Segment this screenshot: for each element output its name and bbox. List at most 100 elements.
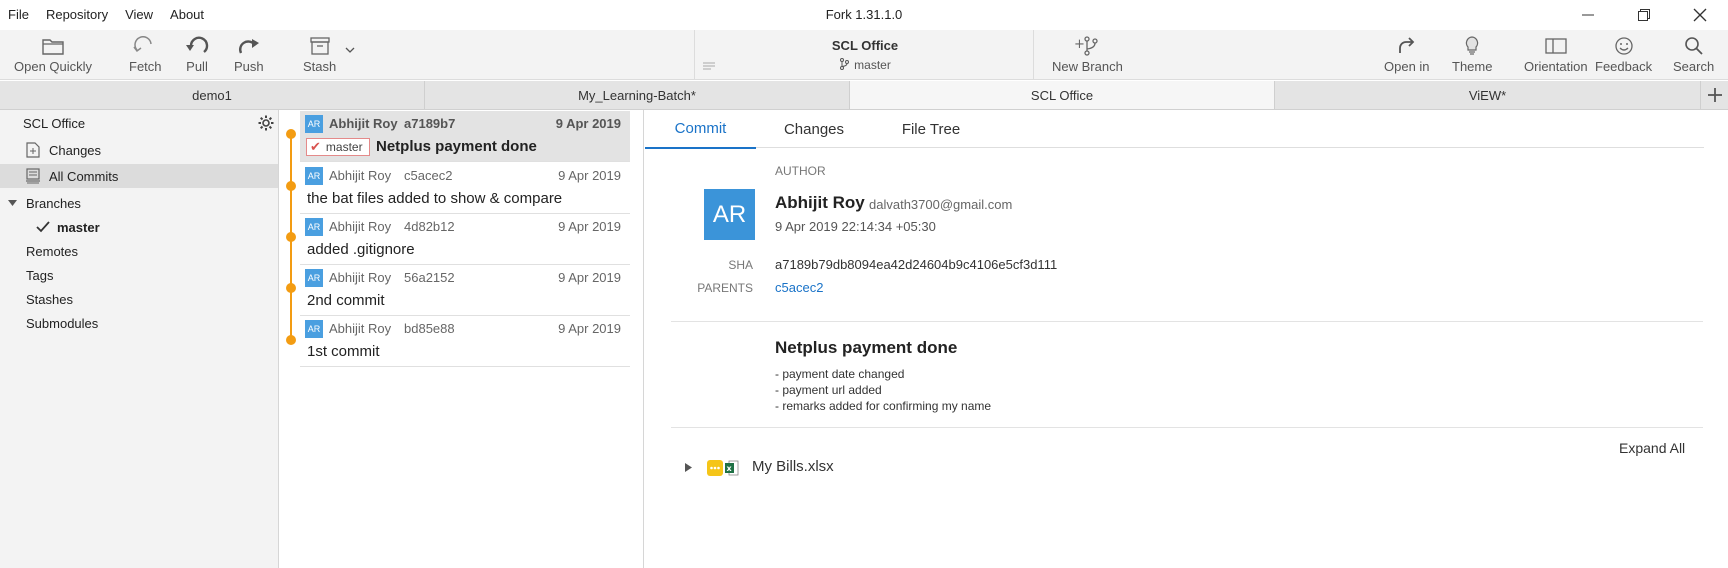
commit-author: Abhijit Roy [329, 168, 392, 183]
pull-label: Pull [186, 59, 208, 74]
commit-date: 9 Apr 2019 [558, 219, 621, 234]
menu-about[interactable]: About [170, 7, 204, 22]
sidebar-item-stashes-label: Stashes [26, 291, 73, 307]
sidebar-item-branch-master[interactable]: master [0, 215, 278, 239]
minimize-button[interactable] [1560, 0, 1616, 30]
commit-sha: a7189b7 [404, 116, 456, 131]
window-controls [1560, 0, 1728, 30]
commit-graph-dot [286, 335, 296, 345]
avatar: AR [305, 320, 323, 338]
search-icon [1684, 37, 1703, 55]
avatar: AR [704, 189, 755, 240]
commit-date: 9 Apr 2019 [558, 270, 621, 285]
commit-row[interactable]: AR Abhijit Roy bd85e88 9 Apr 2019 1st co… [300, 316, 630, 367]
pull-icon [186, 36, 209, 53]
commit-message: the bat files added to show & compare [307, 190, 563, 207]
stash-dropdown[interactable] [345, 42, 355, 57]
add-tab-button[interactable] [1702, 81, 1728, 109]
divider [671, 321, 1703, 322]
parent-commit-link[interactable]: c5acec2 [775, 280, 823, 295]
open-quickly-button[interactable]: Open Quickly [14, 34, 92, 74]
orientation-button[interactable]: Orientation [1524, 34, 1588, 74]
fetch-label: Fetch [129, 59, 162, 74]
avatar: AR [305, 269, 323, 287]
commit-author: Abhijit Roy [329, 270, 392, 285]
repository-indicator[interactable]: SCL Office master [694, 30, 1034, 80]
commit-body-line: - payment url added [775, 383, 882, 397]
pull-button[interactable]: Pull [185, 34, 209, 74]
restore-button[interactable] [1616, 0, 1672, 30]
stash-button[interactable]: Stash [303, 34, 336, 74]
tab-demo1[interactable]: demo1 [0, 81, 425, 109]
author-name: Abhijit Roy [775, 193, 865, 212]
changed-file-row[interactable]: x My Bills.xlsx [685, 456, 1185, 480]
commit-graph-dot [286, 283, 296, 293]
sidebar-repo-name: SCL Office [23, 115, 86, 131]
branch-badge[interactable]: ✔ master [306, 138, 370, 156]
commit-author: Abhijit Roy [329, 116, 398, 131]
menu-repository[interactable]: Repository [46, 7, 108, 22]
sidebar-item-remotes[interactable]: Remotes [0, 239, 278, 263]
divider [671, 427, 1703, 428]
layout-panel-icon [1545, 38, 1567, 54]
theme-button[interactable]: Theme [1452, 34, 1492, 74]
check-icon: ✔ [310, 139, 321, 154]
repository-tabs: demo1 My_Learning-Batch* SCL Office ViEW… [0, 81, 1728, 110]
fetch-button[interactable]: Fetch [129, 34, 162, 74]
commit-sha: c5acec2 [404, 168, 453, 183]
menu-file[interactable]: File [8, 7, 29, 22]
theme-label: Theme [1452, 59, 1493, 74]
commit-body-line: - payment date changed [775, 367, 905, 381]
push-button[interactable]: Push [234, 34, 264, 74]
commit-sha: 4d82b12 [404, 219, 455, 234]
commit-sha-full[interactable]: a7189b79db8094ea42d24604b9c4106e5cf3d111 [775, 257, 1057, 272]
commit-message: Netplus payment done [376, 138, 537, 155]
chevron-down-icon [345, 47, 355, 53]
tab-commit[interactable]: Commit [645, 110, 756, 149]
sidebar-item-changes[interactable]: Changes [0, 138, 278, 162]
sidebar-item-all-commits[interactable]: All Commits [0, 164, 278, 188]
settings-button[interactable] [258, 115, 274, 134]
redirect-arrow-icon [1398, 37, 1415, 53]
expand-all-button[interactable]: Expand All [1619, 440, 1685, 456]
tab-view[interactable]: ViEW* [1275, 81, 1701, 109]
sidebar-item-stashes[interactable]: Stashes [0, 287, 278, 311]
commit-row[interactable]: AR Abhijit Roy a7189b7 9 Apr 2019 ✔ mast… [300, 111, 630, 162]
restore-icon [1638, 9, 1650, 21]
sidebar: SCL Office Changes All Commits Branches … [0, 110, 279, 568]
tab-file-tree[interactable]: File Tree [885, 110, 977, 148]
tab-scl-office[interactable]: SCL Office [850, 81, 1275, 109]
commit-row[interactable]: AR Abhijit Roy 56a2152 9 Apr 2019 2nd co… [300, 265, 630, 316]
sha-label: SHA [728, 258, 753, 272]
feedback-button[interactable]: Feedback [1595, 34, 1652, 74]
excel-file-icon: x [725, 460, 739, 476]
commit-subject: Netplus payment done [775, 338, 958, 357]
search-button[interactable]: Search [1673, 34, 1714, 74]
open-in-button[interactable]: Open in [1384, 34, 1430, 74]
commit-body: - payment date changed - payment url add… [775, 366, 991, 414]
commit-row[interactable]: AR Abhijit Roy c5acec2 9 Apr 2019 the ba… [300, 163, 630, 214]
close-button[interactable] [1672, 0, 1728, 30]
new-branch-button[interactable]: + New Branch [1052, 34, 1123, 74]
commit-author: Abhijit Roy [329, 219, 392, 234]
tab-my-learning-batch[interactable]: My_Learning-Batch* [425, 81, 850, 109]
sidebar-item-submodules-label: Submodules [26, 315, 99, 331]
svg-text:x: x [727, 464, 733, 473]
author-email[interactable]: dalvath3700@gmail.com [869, 197, 1012, 212]
sidebar-section-branches[interactable]: Branches [0, 191, 278, 215]
commit-message: 2nd commit [307, 292, 385, 309]
avatar: AR [305, 167, 323, 185]
commit-date: 9 Apr 2019 [555, 116, 621, 131]
orientation-label: Orientation [1524, 59, 1588, 74]
sidebar-repo-title: SCL Office [0, 111, 278, 135]
sidebar-item-submodules[interactable]: Submodules [0, 311, 278, 335]
caret-down-icon [8, 200, 17, 206]
sidebar-item-tags[interactable]: Tags [0, 263, 278, 287]
sidebar-item-branch-master-label: master [57, 219, 100, 235]
commit-sha: 56a2152 [404, 270, 455, 285]
menu-view[interactable]: View [125, 7, 153, 22]
menu-bar: File Repository View About [8, 7, 221, 22]
tab-changes[interactable]: Changes [768, 110, 860, 148]
commit-row[interactable]: AR Abhijit Roy 4d82b12 9 Apr 2019 added … [300, 214, 630, 265]
repository-name: SCL Office [831, 38, 899, 53]
